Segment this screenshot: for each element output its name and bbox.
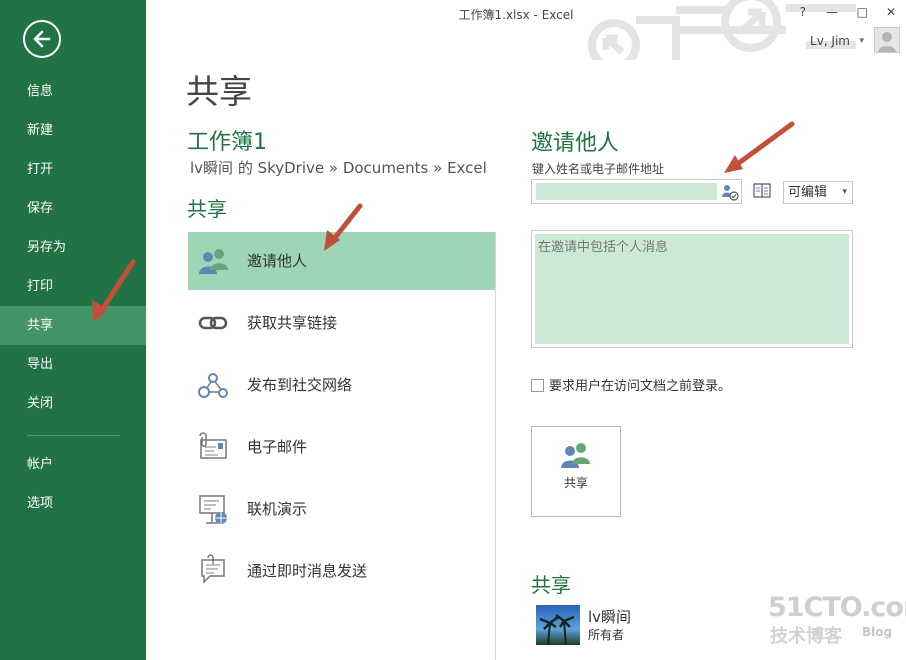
nav-item-save[interactable]: 保存 — [0, 189, 146, 228]
page-title: 共享 — [186, 72, 252, 111]
name-field-label: 键入姓名或电子邮件地址 — [532, 162, 665, 176]
share-options-heading: 共享 — [187, 197, 227, 221]
back-arrow-icon — [33, 30, 51, 48]
people-icon — [561, 443, 590, 468]
palm-tree-photo — [539, 614, 575, 646]
document-name: 工作簿1 — [187, 130, 267, 155]
back-button[interactable] — [23, 20, 61, 58]
social-network-icon — [198, 373, 228, 398]
shared-with-heading: 共享 — [531, 573, 571, 597]
message-box — [531, 230, 853, 348]
option-label: 通过即时消息发送 — [247, 562, 368, 580]
user-avatar[interactable] — [874, 27, 900, 53]
nav-item-new[interactable]: 新建 — [0, 111, 146, 150]
option-label: 获取共享链接 — [247, 314, 338, 332]
watermark-blog: Blog — [862, 625, 893, 639]
nav-item-save-as[interactable]: 另存为 — [0, 228, 146, 267]
document-path: lv瞬间 的 SkyDrive » Documents » Excel — [190, 159, 487, 177]
watermark-logo: 51CTO.com — [768, 592, 906, 623]
nav-item-export[interactable]: 导出 — [0, 345, 146, 384]
option-present-online[interactable]: 联机演示 — [188, 480, 495, 538]
name-input-box — [531, 179, 742, 204]
people-icon — [199, 249, 228, 274]
option-send-im[interactable]: 通过即时消息发送 — [188, 542, 495, 600]
minimize-button[interactable]: — — [826, 5, 838, 19]
option-label: 联机演示 — [247, 500, 308, 518]
nav-item-options[interactable]: 选项 — [0, 484, 146, 523]
link-icon — [198, 316, 228, 330]
option-email[interactable]: 电子邮件 — [188, 418, 495, 476]
person-icon — [878, 32, 896, 52]
option-label: 电子邮件 — [247, 438, 308, 456]
nav-divider — [27, 435, 120, 436]
window-title: 工作簿1.xlsx - Excel — [458, 8, 574, 22]
check-names-icon[interactable] — [721, 183, 739, 201]
option-post-social[interactable]: 发布到社交网络 — [188, 356, 495, 414]
name-email-input[interactable] — [536, 183, 717, 200]
share-button-label: 共享 — [563, 476, 588, 490]
permission-value: 可编辑 — [788, 185, 828, 200]
nav-item-open[interactable]: 打开 — [0, 150, 146, 189]
help-button[interactable]: ? — [800, 5, 806, 19]
chevron-down-icon: ▾ — [842, 187, 847, 197]
checkbox[interactable] — [531, 379, 544, 392]
option-label: 邀请他人 — [247, 252, 308, 270]
require-login-label: 要求用户在访问文档之前登录。 — [549, 379, 732, 394]
nav-item-close[interactable]: 关闭 — [0, 384, 146, 423]
backstage-nav: 信息 新建 打开 保存 另存为 打印 共享 导出 关闭 帐户 选项 — [0, 0, 146, 660]
permission-dropdown[interactable]: 可编辑 ▾ — [783, 181, 853, 204]
nav-item-info[interactable]: 信息 — [0, 72, 146, 111]
instant-message-icon — [201, 554, 225, 584]
maximize-button[interactable]: □ — [857, 5, 868, 19]
option-invite-people[interactable]: 邀请他人 — [188, 232, 495, 290]
close-window-button[interactable]: ✕ — [886, 5, 896, 19]
require-login-checkbox[interactable]: 要求用户在访问文档之前登录。 — [531, 375, 731, 394]
email-icon — [199, 432, 227, 459]
personal-message-input[interactable] — [535, 234, 849, 344]
title-bar: 工作簿1.xlsx - Excel ? — □ ✕ Lv, Jim ▾ — [146, 0, 906, 60]
user-account-name[interactable]: Lv, Jim — [810, 34, 850, 48]
owner-role: 所有者 — [588, 628, 625, 642]
options-divider — [495, 232, 496, 660]
arrow-to-name-input — [729, 121, 795, 171]
nav-item-account[interactable]: 帐户 — [0, 445, 146, 484]
option-get-link[interactable]: 获取共享链接 — [188, 294, 495, 352]
owner-name: lv瞬间 — [588, 608, 632, 626]
watermark-subtitle: 技术博客 — [770, 626, 842, 647]
nav-item-share[interactable]: 共享 — [0, 306, 146, 345]
nav-item-print[interactable]: 打印 — [0, 267, 146, 306]
share-button[interactable]: 共享 — [531, 426, 621, 517]
invite-heading: 邀请他人 — [531, 131, 620, 156]
option-label: 发布到社交网络 — [247, 376, 353, 394]
address-book-icon[interactable] — [753, 183, 771, 199]
chevron-down-icon[interactable]: ▾ — [859, 36, 864, 46]
presentation-icon — [199, 495, 227, 524]
owner-avatar — [536, 605, 580, 646]
